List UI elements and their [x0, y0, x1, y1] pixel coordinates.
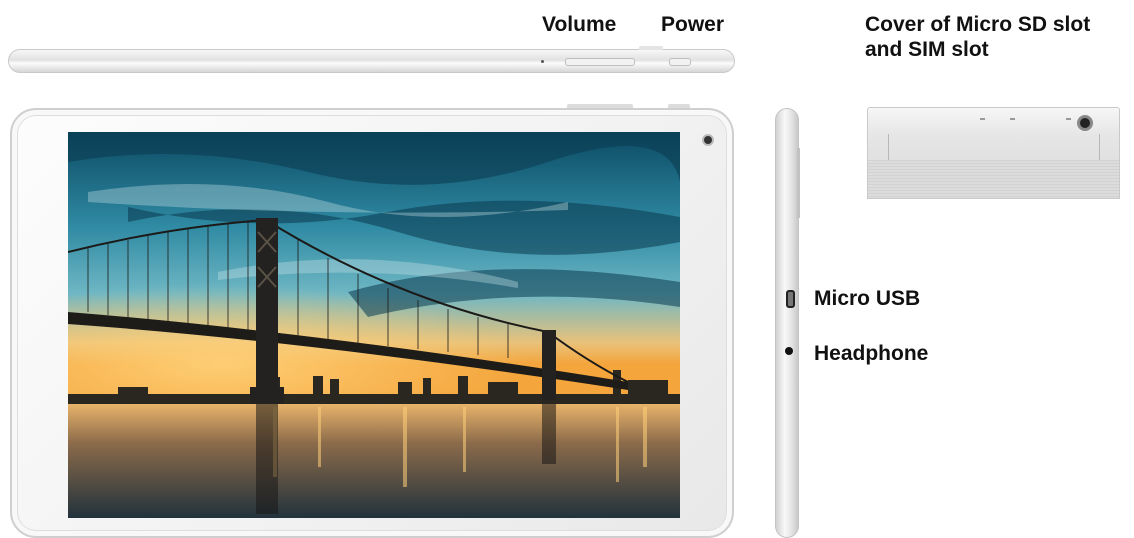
micro-usb-port-icon	[786, 290, 795, 308]
cover-marking	[1066, 118, 1071, 120]
cover-slot-label-line1: Cover of Micro SD slot	[865, 13, 1091, 36]
sd-sim-cover-closeup	[867, 107, 1120, 199]
volume-button-bump	[567, 104, 633, 108]
headphone-jack-icon	[785, 347, 793, 355]
microphone-hole	[541, 60, 544, 63]
headphone-label: Headphone	[814, 342, 929, 365]
front-camera-icon	[704, 136, 712, 144]
tablet-front	[10, 104, 734, 538]
side-button-recess	[797, 148, 800, 218]
tablet-side-edge	[775, 108, 799, 538]
cover-slot-label: Cover of Micro SD slot and SIM slot	[865, 12, 1090, 62]
tablet-top-edge	[8, 46, 735, 73]
rear-camera-icon	[1080, 118, 1090, 128]
cover-marking	[1010, 118, 1015, 120]
power-button	[669, 58, 691, 66]
cover-slot-label-line2: and SIM slot	[865, 38, 989, 61]
bridge-wallpaper	[68, 132, 680, 518]
power-button-bump-front	[668, 104, 690, 108]
tablet-screen	[68, 132, 680, 518]
micro-usb-label: Micro USB	[814, 287, 921, 310]
volume-rocker	[565, 58, 635, 66]
power-label: Power	[661, 13, 725, 36]
cover-texture	[868, 160, 1119, 198]
volume-label: Volume	[542, 13, 617, 36]
power-button-bump	[639, 46, 663, 50]
cover-marking	[980, 118, 985, 120]
